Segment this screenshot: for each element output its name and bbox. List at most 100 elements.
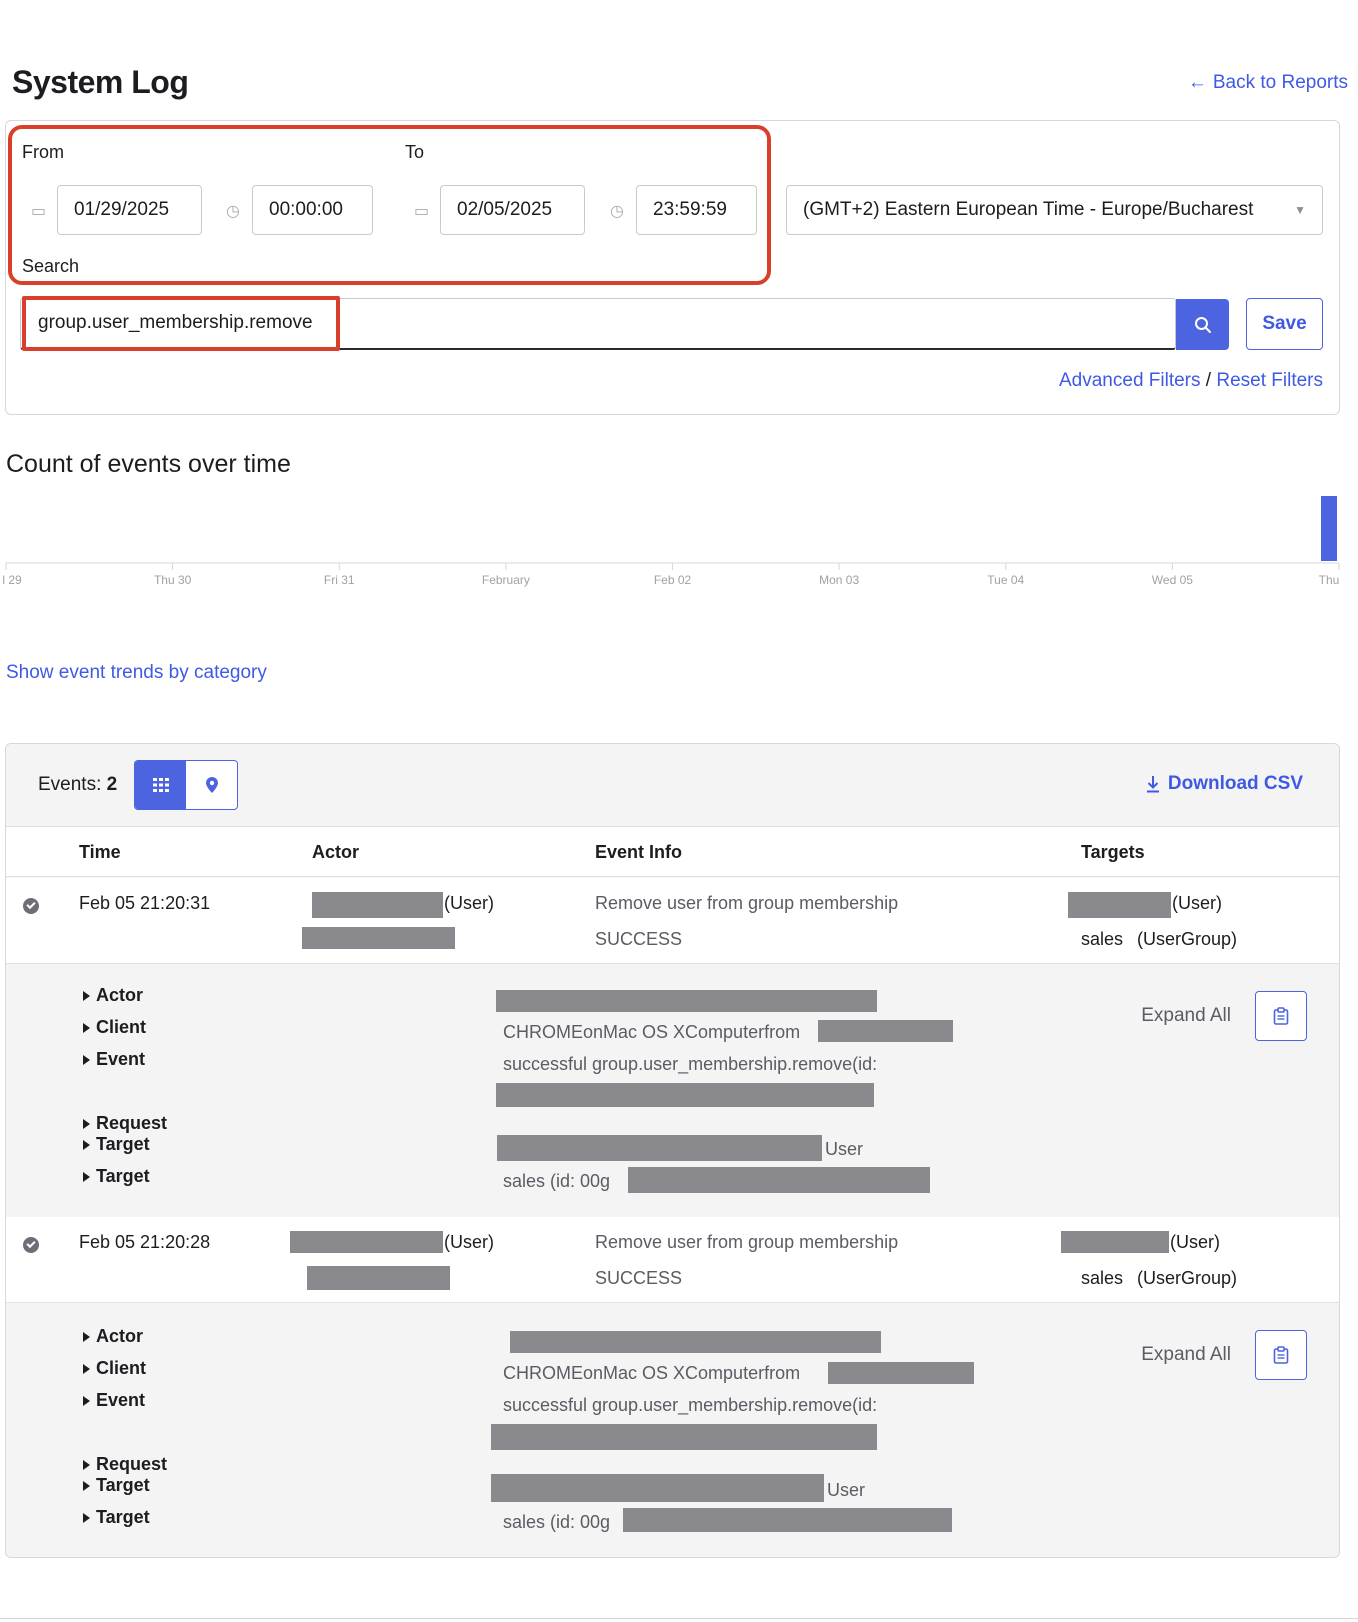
detail-key-client[interactable]: Client	[83, 1017, 146, 1038]
calendar-icon: ▭	[414, 203, 430, 220]
search-label: Search	[22, 256, 80, 276]
redacted-target-user	[497, 1135, 822, 1161]
view-toggle	[134, 760, 238, 810]
chart-x-tick-label: Wed 05	[1152, 573, 1193, 587]
target-type: (User)	[1170, 1232, 1220, 1252]
timezone-value: (GMT+2) Eastern European Time - Europe/B…	[803, 199, 1254, 220]
to-label: To	[405, 142, 425, 162]
save-button[interactable]: Save	[1246, 298, 1323, 350]
chart-x-tick-label: Thu 30	[154, 573, 192, 587]
timezone-select[interactable]: (GMT+2) Eastern European Time - Europe/B…	[786, 185, 1323, 235]
redacted-actor-detail	[302, 927, 455, 949]
client-value: CHROMEonMac OS XComputerfrom	[503, 1022, 801, 1042]
expand-all-link[interactable]: Expand All	[1141, 1005, 1231, 1027]
detail-key-request[interactable]: Request	[83, 1113, 167, 1134]
reset-filters-link[interactable]: Reset Filters	[1216, 370, 1323, 391]
detail-key-actor[interactable]: Actor	[83, 985, 143, 1006]
search-button[interactable]	[1176, 299, 1229, 350]
to-time-value: 23:59:59	[653, 199, 727, 220]
copy-button[interactable]	[1255, 991, 1307, 1041]
table-row[interactable]: Feb 05 21:20:28 (User) Remove user from …	[6, 1217, 1339, 1303]
redacted-target-group-id	[623, 1508, 952, 1532]
target-group-name: sales	[1081, 929, 1124, 949]
redacted-actor	[312, 892, 443, 918]
filter-links: Advanced Filters / Reset Filters	[1059, 370, 1323, 392]
events-count-value: 2	[106, 774, 118, 795]
target-group-type: (UserGroup)	[1137, 1268, 1238, 1288]
page-title: System Log	[12, 64, 189, 100]
success-check-icon	[23, 898, 39, 914]
to-date-input[interactable]: 02/05/2025	[440, 185, 585, 235]
redacted-actor-value	[510, 1331, 881, 1353]
redacted-event-id	[491, 1424, 877, 1450]
download-icon	[1146, 776, 1159, 793]
event-status: SUCCESS	[595, 1268, 683, 1288]
clock-icon: ◷	[226, 203, 240, 220]
detail-key-request[interactable]: Request	[83, 1454, 167, 1475]
client-value: CHROMEonMac OS XComputerfrom	[503, 1363, 801, 1383]
time-column-header: Time	[79, 842, 121, 862]
target-user-type: User	[825, 1139, 864, 1159]
events-count: Events: 2	[38, 774, 117, 796]
advanced-filters-link[interactable]: Advanced Filters	[1059, 370, 1201, 391]
redacted-client-value	[828, 1362, 974, 1384]
map-view-button[interactable]	[186, 761, 237, 809]
event-info-column-header: Event Info	[595, 842, 683, 862]
arrow-left-icon: ←	[1187, 72, 1207, 93]
back-to-reports-link[interactable]: ← Back to Reports	[1188, 72, 1348, 94]
grid-view-icon	[152, 778, 169, 792]
chart-x-tick-label: Tue 04	[987, 573, 1024, 587]
redacted-actor-value	[496, 990, 877, 1012]
footer-divider	[0, 1618, 1358, 1619]
actor-type: (User)	[444, 1232, 494, 1252]
detail-key-target[interactable]: Target	[83, 1166, 150, 1187]
redacted-actor	[290, 1231, 443, 1253]
from-time-value: 00:00:00	[269, 199, 343, 220]
event-description: Remove user from group membership	[595, 893, 899, 913]
download-csv-label: Download CSV	[1167, 773, 1303, 794]
to-time-input[interactable]: 23:59:59	[636, 185, 757, 235]
back-to-reports-label: Back to Reports	[1212, 72, 1348, 93]
detail-key-target[interactable]: Target	[83, 1134, 150, 1155]
event-value: successful group.user_membership.remove(…	[503, 1395, 878, 1415]
target-group-name: sales	[1081, 1268, 1124, 1288]
redacted-target	[1061, 1231, 1169, 1253]
events-header: Events: 2 Download CSV	[6, 744, 1339, 827]
detail-key-event[interactable]: Event	[83, 1049, 145, 1070]
grid-view-button[interactable]	[135, 761, 186, 809]
download-csv-link[interactable]: Download CSV	[1146, 773, 1303, 795]
from-time-input[interactable]: 00:00:00	[252, 185, 373, 235]
detail-key-event[interactable]: Event	[83, 1390, 145, 1411]
detail-key-target[interactable]: Target	[83, 1507, 150, 1528]
chevron-down-icon: ▼	[1294, 203, 1306, 217]
clock-icon: ◷	[610, 203, 624, 220]
from-date-input[interactable]: 01/29/2025	[57, 185, 202, 235]
chart-x-tick-label: Fri 31	[324, 573, 355, 587]
chart-title: Count of events over time	[6, 450, 291, 478]
clipboard-icon	[1273, 1346, 1289, 1364]
events-count-label: Events:	[38, 774, 102, 795]
detail-key-actor[interactable]: Actor	[83, 1326, 143, 1347]
target-user-type: User	[827, 1480, 866, 1500]
expand-all-link[interactable]: Expand All	[1141, 1344, 1231, 1366]
target-group-value: sales (id: 00g	[503, 1512, 611, 1532]
chart-x-tick-label: l 29	[2, 573, 22, 587]
search-icon	[1194, 316, 1211, 333]
calendar-icon: ▭	[31, 203, 47, 220]
target-group-value: sales (id: 00g	[503, 1171, 611, 1191]
events-panel: Events: 2 Download CSV Time Actor Event …	[5, 743, 1340, 1558]
event-trends-link[interactable]: Show event trends by category	[6, 662, 267, 684]
chart-x-tick-label: February	[482, 573, 530, 587]
map-pin-icon	[205, 777, 218, 793]
event-time: Feb 05 21:20:31	[79, 893, 211, 913]
table-row[interactable]: Feb 05 21:20:31 (User) Remove user from …	[6, 878, 1339, 964]
redacted-event-id	[496, 1083, 874, 1107]
actor-type: (User)	[444, 893, 494, 913]
copy-button[interactable]	[1255, 1330, 1307, 1380]
redacted-target-group-id	[628, 1167, 930, 1193]
detail-key-target[interactable]: Target	[83, 1475, 150, 1496]
chart-bar[interactable]	[1321, 496, 1337, 561]
detail-key-client[interactable]: Client	[83, 1358, 146, 1379]
redacted-target	[1068, 892, 1171, 918]
event-time: Feb 05 21:20:28	[79, 1232, 211, 1252]
